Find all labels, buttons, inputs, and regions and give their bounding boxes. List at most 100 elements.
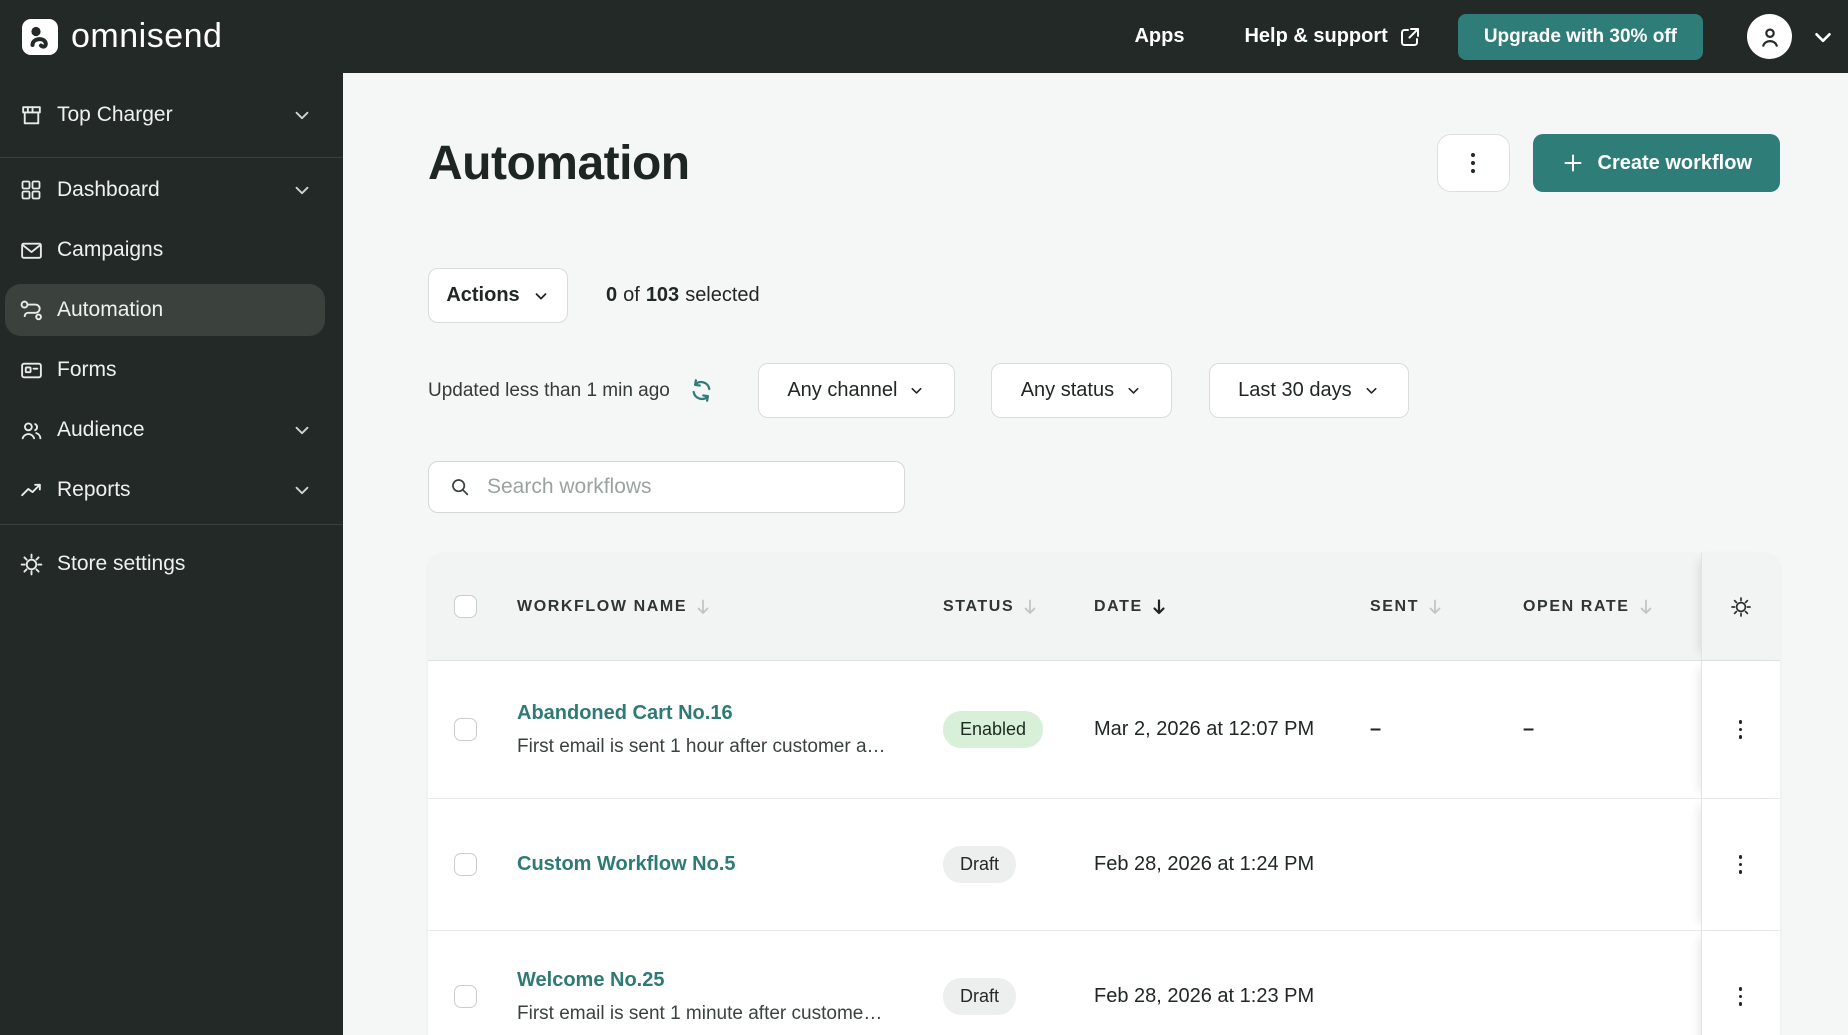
- table-row: Welcome No.25 First email is sent 1 minu…: [428, 931, 1780, 1035]
- workflow-name-link[interactable]: Abandoned Cart No.16: [517, 702, 913, 725]
- date-range-label: Last 30 days: [1238, 379, 1352, 401]
- sidebar-item-label: Dashboard: [57, 178, 160, 201]
- status-badge: Draft: [943, 978, 1017, 1015]
- channel-filter-label: Any channel: [787, 379, 898, 401]
- sidebar-item-reports[interactable]: Reports: [5, 464, 325, 516]
- sidebar-item-campaigns[interactable]: Campaigns: [5, 224, 325, 276]
- selection-of: of: [623, 284, 640, 306]
- help-support-link[interactable]: Help & support: [1244, 25, 1421, 49]
- column-label: STATUS: [943, 597, 1015, 615]
- selection-total: 103: [645, 284, 680, 306]
- row-kebab-icon[interactable]: [1731, 847, 1751, 882]
- workflow-name-cell: Custom Workflow No.5: [517, 853, 943, 876]
- status-filter-label: Any status: [1020, 379, 1115, 401]
- search-box: [428, 461, 905, 513]
- column-header-status[interactable]: STATUS: [943, 598, 1094, 616]
- row-checkbox[interactable]: [454, 985, 477, 1008]
- status-filter-dropdown[interactable]: Any status: [990, 363, 1172, 418]
- row-checkbox[interactable]: [454, 718, 477, 741]
- workflow-description: First email is sent 1 minute after custo…: [517, 1002, 883, 1024]
- row-actions-cell: [1701, 931, 1779, 1035]
- sidebar-store-selector[interactable]: Top Charger: [5, 89, 325, 141]
- help-link-label: Help & support: [1244, 25, 1388, 47]
- sidebar-item-automation[interactable]: Automation: [5, 284, 325, 336]
- page-title: Automation: [428, 136, 690, 190]
- gear-icon: [18, 551, 44, 577]
- actions-label: Actions: [446, 284, 520, 306]
- workflow-icon: [18, 297, 44, 323]
- sidebar-item-forms[interactable]: Forms: [5, 344, 325, 396]
- sent-cell: –: [1370, 718, 1382, 740]
- column-header-open-rate[interactable]: OPEN RATE: [1523, 598, 1701, 616]
- store-name: Top Charger: [57, 103, 173, 126]
- date-range-filter-dropdown[interactable]: Last 30 days: [1208, 363, 1409, 418]
- topbar-right: Apps Help & support Upgrade with 30% off: [1134, 13, 1838, 60]
- workflow-name-link[interactable]: Custom Workflow No.5: [517, 853, 913, 876]
- page-header: Automation Create workflow: [428, 134, 1780, 192]
- column-header-sent[interactable]: SENT: [1370, 598, 1523, 616]
- external-link-icon: [1398, 25, 1422, 49]
- chevron-down-icon: [1363, 382, 1380, 399]
- chevron-down-icon: [1125, 382, 1142, 399]
- chevron-down-icon: [532, 287, 550, 305]
- channel-filter-dropdown[interactable]: Any channel: [757, 363, 955, 418]
- page-more-options-button[interactable]: [1436, 134, 1510, 192]
- sidebar-item-label: Campaigns: [57, 238, 164, 261]
- create-workflow-label: Create workflow: [1597, 151, 1752, 174]
- column-settings-cell: [1701, 553, 1779, 660]
- trending-up-icon: [18, 477, 44, 503]
- sidebar-item-dashboard[interactable]: Dashboard: [5, 164, 325, 216]
- table-row: Abandoned Cart No.16 First email is sent…: [428, 661, 1780, 799]
- sidebar-item-label: Store settings: [57, 552, 186, 575]
- sort-arrow-icon: [1427, 598, 1443, 616]
- topbar: omnisend Apps Help & support Upgrade wit…: [0, 0, 1848, 73]
- plus-icon: [1561, 151, 1585, 175]
- table-settings-gear-icon[interactable]: [1729, 595, 1753, 619]
- main-content: Automation Create workflow Actions 0 of …: [343, 73, 1848, 1035]
- create-workflow-button[interactable]: Create workflow: [1532, 134, 1780, 192]
- chevron-down-icon: [291, 104, 313, 126]
- date-cell: Feb 28, 2026 at 1:23 PM: [1094, 985, 1315, 1007]
- column-header-workflow-name[interactable]: WORKFLOW NAME: [517, 598, 943, 616]
- sort-arrow-icon: [695, 598, 711, 616]
- account-chevron-icon[interactable]: [1810, 24, 1836, 50]
- table-row: Custom Workflow No.5 Draft Feb 28, 2026 …: [428, 799, 1780, 931]
- row-actions-cell: [1701, 661, 1779, 798]
- upgrade-button[interactable]: Upgrade with 30% off: [1457, 13, 1703, 60]
- sidebar-item-label: Automation: [57, 298, 164, 321]
- sidebar-item-label: Audience: [57, 418, 145, 441]
- brand[interactable]: omnisend: [22, 17, 222, 56]
- form-card-icon: [18, 357, 44, 383]
- column-header-date[interactable]: DATE: [1094, 598, 1370, 616]
- apps-link[interactable]: Apps: [1134, 25, 1184, 48]
- actions-dropdown[interactable]: Actions: [428, 268, 568, 323]
- row-checkbox[interactable]: [454, 853, 477, 876]
- workflow-table: WORKFLOW NAME STATUS DATE SENT OPEN RATE…: [428, 553, 1780, 1035]
- row-kebab-icon[interactable]: [1731, 979, 1751, 1014]
- chevron-down-icon: [291, 479, 313, 501]
- status-cell: Enabled: [943, 711, 1094, 748]
- row-checkbox-cell: [428, 718, 517, 741]
- column-label: DATE: [1094, 597, 1143, 615]
- workflow-name-link[interactable]: Welcome No.25: [517, 969, 913, 992]
- avatar[interactable]: [1747, 14, 1792, 59]
- open-rate-cell: –: [1523, 718, 1535, 740]
- sidebar-item-store-settings[interactable]: Store settings: [5, 538, 325, 590]
- row-checkbox-cell: [428, 853, 517, 876]
- column-label: WORKFLOW NAME: [517, 597, 688, 615]
- search-input[interactable]: [471, 462, 904, 512]
- selected-count: 0: [606, 284, 618, 306]
- chevron-down-icon: [908, 382, 925, 399]
- select-all-checkbox[interactable]: [454, 595, 477, 618]
- status-cell: Draft: [943, 846, 1094, 883]
- status-badge: Enabled: [943, 711, 1044, 748]
- sort-arrow-active-icon: [1151, 598, 1167, 616]
- sidebar-nav: Dashboard Campaigns Automation Forms Aud…: [0, 164, 343, 516]
- sidebar-item-audience[interactable]: Audience: [5, 404, 325, 456]
- refresh-icon[interactable]: [688, 377, 715, 404]
- sidebar-divider: [0, 524, 343, 525]
- row-kebab-icon[interactable]: [1731, 712, 1751, 747]
- row-checkbox-cell: [428, 985, 517, 1008]
- workflow-name-cell: Welcome No.25 First email is sent 1 minu…: [517, 969, 943, 1025]
- sidebar-divider: [0, 157, 343, 158]
